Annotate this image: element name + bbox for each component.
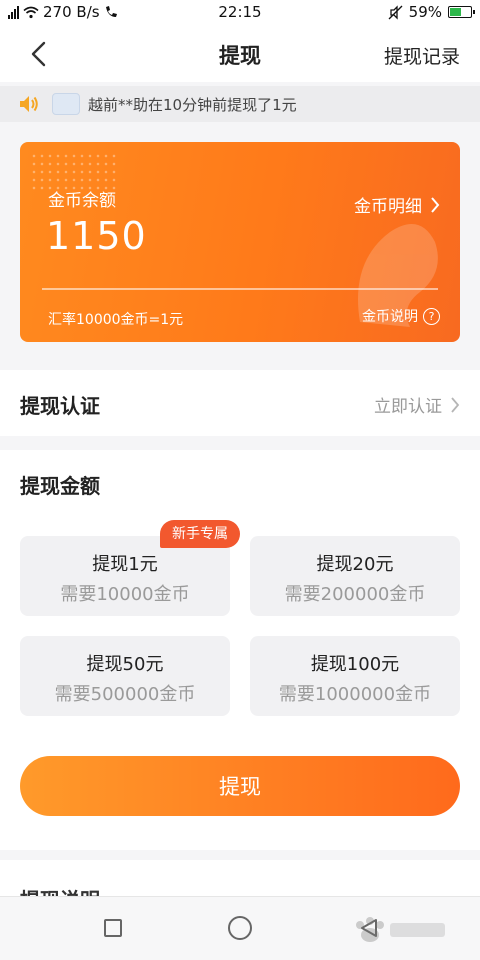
user-avatar bbox=[52, 93, 80, 115]
verify-now-link[interactable]: 立即认证 bbox=[374, 392, 460, 417]
coin-balance-card: 金币余额 1150 金币明细 汇率10000金币=1元 金币说明 ? bbox=[20, 142, 460, 342]
status-bar: 270 B/s 22:15 59% bbox=[0, 0, 480, 26]
coin-detail-link[interactable]: 金币明细 bbox=[354, 192, 440, 217]
withdraw-amount-section: 提现金额 提现1元 需要10000金币 提现20元 需要200000金币 提现5… bbox=[0, 450, 480, 850]
battery-percent: 59% bbox=[408, 3, 442, 21]
balance-value: 1150 bbox=[46, 214, 147, 258]
withdraw-option-50[interactable]: 提现50元 需要500000金币 bbox=[20, 636, 230, 716]
speaker-icon bbox=[20, 96, 38, 112]
coin-explain-label: 金币说明 bbox=[362, 309, 418, 325]
verify-now-label: 立即认证 bbox=[374, 397, 442, 417]
withdraw-option-1[interactable]: 提现1元 需要10000金币 bbox=[20, 536, 230, 616]
recent-apps-icon[interactable] bbox=[104, 919, 122, 937]
nav-bar: 提现 提现记录 bbox=[0, 26, 480, 82]
amount-label: 提现金额 bbox=[20, 474, 100, 498]
question-icon: ? bbox=[423, 307, 440, 325]
card-divider bbox=[42, 288, 438, 290]
notice-text: 越前**助在10分钟前提现了1元 bbox=[88, 95, 297, 114]
mute-icon bbox=[388, 4, 403, 20]
option-title: 提现20元 bbox=[316, 554, 394, 575]
option-cost: 需要10000金币 bbox=[60, 584, 190, 605]
coin-explain-link[interactable]: 金币说明 ? bbox=[362, 306, 440, 326]
battery-fill bbox=[450, 8, 462, 16]
option-cost: 需要200000金币 bbox=[284, 584, 426, 605]
withdraw-option-20[interactable]: 提现20元 需要200000金币 bbox=[250, 536, 460, 616]
withdraw-option-100[interactable]: 提现100元 需要1000000金币 bbox=[250, 636, 460, 716]
withdraw-button[interactable]: 提现 bbox=[20, 756, 460, 816]
chevron-right-icon bbox=[431, 196, 440, 213]
option-cost: 需要500000金币 bbox=[54, 684, 196, 705]
baidu-watermark-logo bbox=[356, 917, 445, 942]
balance-label: 金币余额 bbox=[48, 191, 116, 211]
option-title: 提现50元 bbox=[86, 654, 164, 675]
newbie-badge: 新手专属 bbox=[160, 520, 240, 548]
battery-icon bbox=[448, 6, 475, 18]
option-cost: 需要1000000金币 bbox=[278, 684, 432, 705]
withdraw-auth-row[interactable]: 提现认证 立即认证 bbox=[0, 370, 480, 436]
notice-marquee: 越前**助在10分钟前提现了1元 bbox=[0, 86, 480, 122]
auth-label: 提现认证 bbox=[20, 394, 100, 418]
chevron-right-icon bbox=[451, 396, 460, 413]
home-icon[interactable] bbox=[228, 916, 252, 940]
option-title: 提现100元 bbox=[310, 654, 400, 675]
status-right: 59% bbox=[388, 3, 475, 21]
exchange-rate: 汇率10000金币=1元 bbox=[48, 312, 184, 328]
option-title: 提现1元 bbox=[92, 554, 158, 575]
withdraw-records-link[interactable]: 提现记录 bbox=[384, 42, 460, 69]
coin-detail-label: 金币明细 bbox=[354, 197, 422, 217]
system-nav-bar bbox=[0, 896, 480, 960]
